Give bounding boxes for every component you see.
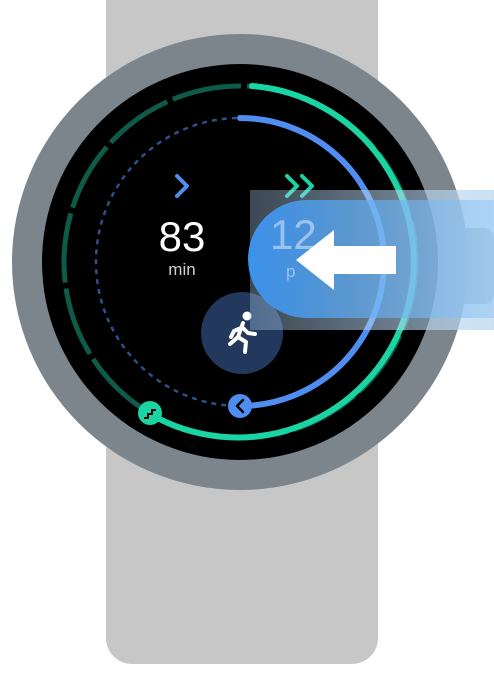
chevron-left-icon [228,394,252,418]
minutes-unit: min [168,260,196,279]
chevron-right-icon [175,174,189,198]
watch-illustration: 83 min 12 p [0,0,494,699]
minutes-value: 83 [158,213,206,260]
arrow-left-icon [296,230,396,290]
stairs-icon [138,401,162,425]
